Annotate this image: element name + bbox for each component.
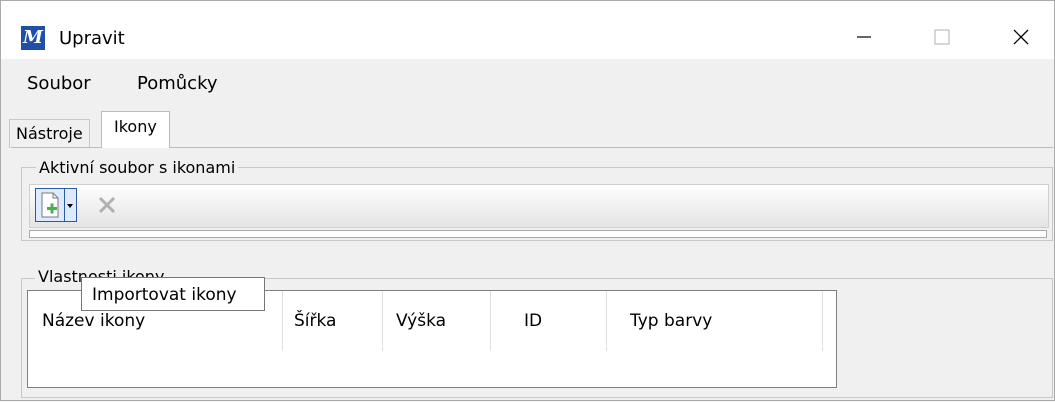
window-title: Upravit <box>59 28 125 49</box>
close-button[interactable] <box>998 19 1044 55</box>
column-header-label: ID <box>524 311 543 331</box>
menu-item-pomucky[interactable]: Pomůcky <box>137 73 218 94</box>
column-header-label: Název ikony <box>42 311 146 331</box>
column-header-id[interactable]: ID <box>490 291 607 351</box>
menu-bar: Soubor Pomůcky <box>1 63 1054 107</box>
tooltip: Importovat ikony <box>81 277 265 311</box>
import-icons-dropdown[interactable] <box>65 188 77 222</box>
title-bar: M Upravit <box>1 1 1054 59</box>
active-file-field[interactable] <box>29 230 1047 238</box>
app-logo-icon: M <box>21 26 45 50</box>
chevron-down-icon <box>67 204 73 208</box>
active-file-group-label: Aktivní soubor s ikonami <box>36 158 239 177</box>
add-file-icon <box>41 192 59 218</box>
tab-ikony[interactable]: Ikony <box>101 111 170 148</box>
close-icon <box>1013 29 1029 45</box>
column-header-label: Šířka <box>294 311 337 331</box>
minimize-icon <box>857 36 871 38</box>
column-header-label: Výška <box>396 311 447 331</box>
column-header-width[interactable]: Šířka <box>282 291 383 351</box>
column-header-label: Typ barvy <box>630 311 713 331</box>
remove-icons-button[interactable] <box>95 193 119 217</box>
tab-nastroje[interactable]: Nástroje <box>9 119 90 148</box>
column-header-height[interactable]: Výška <box>382 291 491 351</box>
maximize-button[interactable] <box>919 19 965 55</box>
tab-strip: Nástroje Ikony <box>1 109 1054 148</box>
maximize-icon <box>934 29 950 45</box>
column-header-color-type[interactable]: Typ barvy <box>606 291 823 351</box>
minimize-button[interactable] <box>841 19 887 55</box>
icon-file-toolbar <box>29 184 1049 228</box>
delete-x-icon <box>98 196 116 214</box>
import-icons-button[interactable] <box>35 188 65 222</box>
menu-item-soubor[interactable]: Soubor <box>27 73 91 94</box>
main-window: M Upravit Soubor Pomůcky Nástroje Ikony … <box>0 0 1055 401</box>
